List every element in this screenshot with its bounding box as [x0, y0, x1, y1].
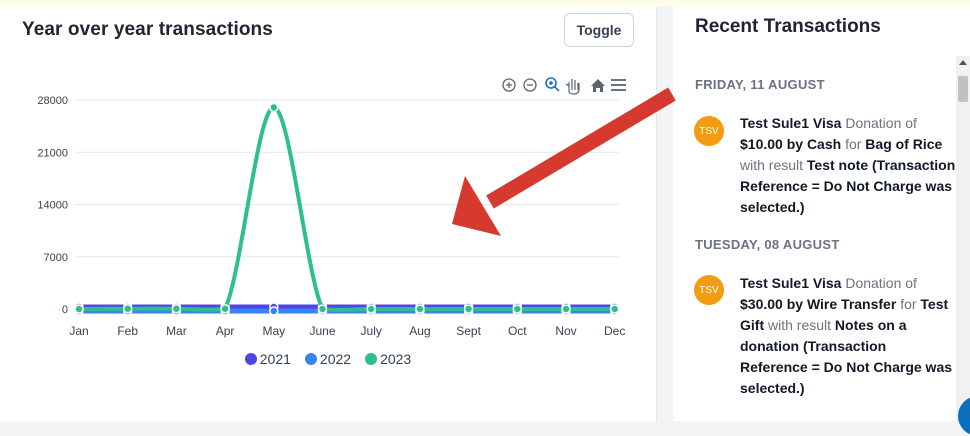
data-point-2023 [609, 304, 620, 314]
x-tick-label: Apr [216, 324, 235, 338]
y-tick-label: 14000 [37, 200, 68, 212]
legend-label-2022: 2022 [319, 351, 352, 367]
donor-name: Test Sule1 Visa [740, 275, 842, 291]
data-point-2023 [171, 303, 182, 314]
transaction-amount: $10.00 by Cash [740, 136, 842, 152]
data-point-2023 [317, 304, 328, 314]
x-tick-label: Nov [555, 324, 576, 338]
transaction-amount: $30.00 by Wire Transfer [740, 296, 897, 312]
data-point-2022 [269, 306, 279, 316]
legend-label-2023: 2023 [380, 351, 412, 367]
data-point-2023 [269, 102, 279, 113]
x-tick-label: Feb [117, 324, 138, 338]
x-tick-label: Mar [166, 324, 187, 338]
data-point-2023 [415, 304, 425, 314]
legend-marker-2021 [244, 353, 257, 365]
legend-item-2021[interactable]: 2021 [244, 351, 291, 367]
x-tick-label: Jan [69, 324, 88, 338]
legend-marker-2022 [304, 353, 317, 365]
y-tick-label: 28000 [37, 95, 68, 107]
avatar: TSV [694, 116, 724, 146]
data-point-2023 [366, 304, 376, 314]
chart-card-title: Year over year transactions [22, 19, 273, 40]
connector-text: for [845, 136, 862, 152]
y-tick-label: 0 [62, 304, 68, 316]
x-tick-label: Sept [456, 324, 481, 338]
x-tick-label: May [262, 324, 285, 338]
transaction-type: Donation [845, 275, 902, 291]
data-point-2023 [463, 304, 474, 314]
legend-label-2021: 2021 [259, 351, 291, 367]
x-tick-label: July [361, 324, 382, 338]
legend-marker-2023 [365, 353, 378, 365]
y-tick-label: 7000 [44, 252, 68, 264]
data-point-2023 [74, 304, 84, 314]
connector-text: of [905, 275, 917, 291]
data-point-2023 [122, 303, 133, 314]
x-tick-label: Oct [508, 324, 527, 338]
annotation-arrow-shaft [486, 87, 676, 209]
chart-legend: 2021 2022 2023 [0, 351, 656, 367]
x-tick-label: Dec [604, 324, 625, 338]
scroll-thumb[interactable] [958, 76, 968, 102]
data-point-2023 [512, 304, 523, 314]
recent-transactions-title: Recent Transactions [695, 16, 881, 37]
data-point-2023 [561, 304, 571, 314]
x-tick-label: June [309, 324, 335, 338]
legend-item-2023[interactable]: 2023 [365, 351, 411, 367]
donor-name: Test Sule1 Visa [740, 115, 842, 131]
top-notice-strip [0, 0, 970, 7]
connector-text: for [900, 296, 917, 312]
transaction-type: Donation [845, 115, 902, 131]
legend-item-2022[interactable]: 2022 [304, 351, 352, 367]
scrollbar[interactable] [956, 56, 970, 421]
y-tick-label: 21000 [37, 147, 68, 159]
connector-text: with result [740, 157, 804, 173]
avatar: TSV [694, 275, 724, 305]
data-point-2023 [220, 303, 230, 314]
toggle-button[interactable]: Toggle [564, 13, 634, 47]
transaction-entry[interactable]: Test Sule1 Visa Donation of $30.00 by Wi… [740, 273, 956, 399]
transaction-entry[interactable]: Test Sule1 Visa Donation of $10.00 by Ca… [740, 113, 956, 218]
x-tick-label: Aug [409, 324, 430, 338]
transaction-item: Bag of Rice [865, 136, 943, 152]
scroll-up-arrow-icon[interactable] [959, 60, 967, 65]
date-heading: TUESDAY, 08 AUGUST [695, 237, 840, 252]
connector-text: with result [768, 317, 832, 333]
date-heading: FRIDAY, 11 AUGUST [695, 77, 825, 92]
connector-text: of [905, 115, 917, 131]
annotation-arrow [452, 87, 676, 236]
